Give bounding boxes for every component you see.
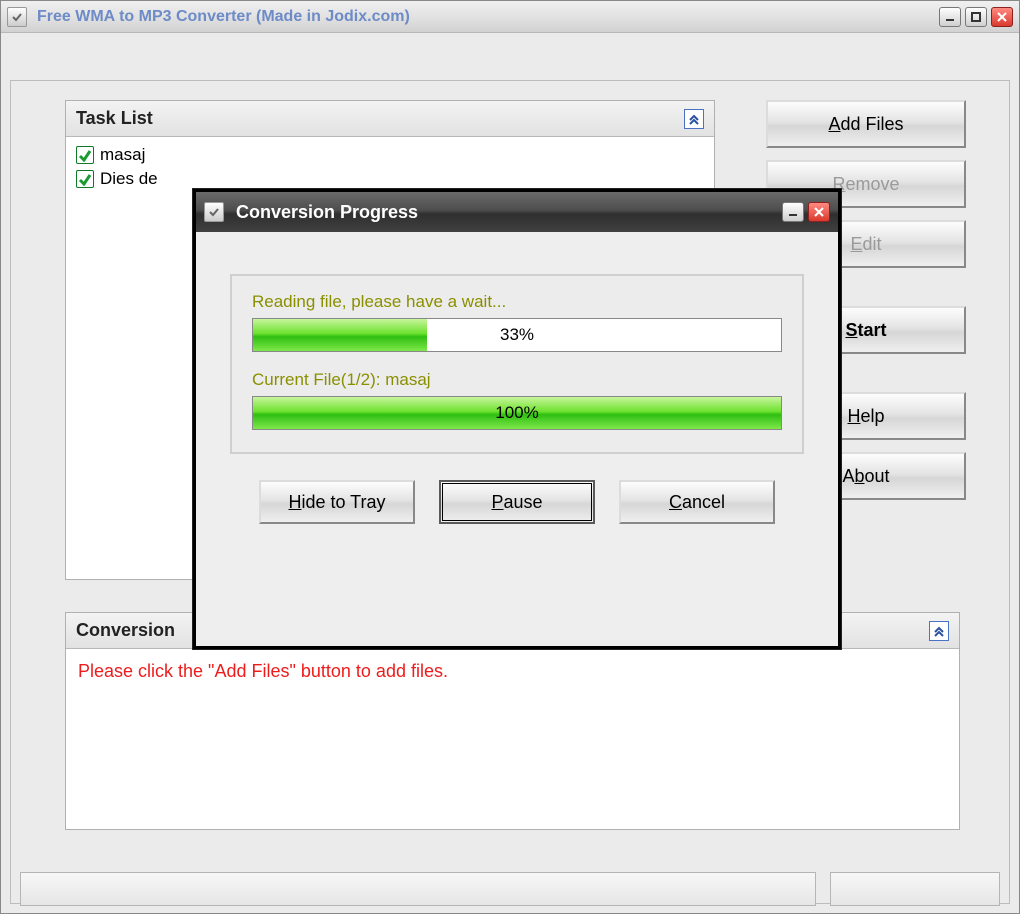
task-row[interactable]: Dies de <box>76 169 704 189</box>
task-row[interactable]: masaj <box>76 145 704 165</box>
main-title: Free WMA to MP3 Converter (Made in Jodix… <box>37 8 939 26</box>
dialog-title: Conversion Progress <box>236 202 418 223</box>
dialog-button-row: Hide to Tray Pause Cancel <box>196 480 838 524</box>
task-list-title: Task List <box>76 108 153 129</box>
minimize-button[interactable] <box>939 7 961 27</box>
dialog-icon <box>204 202 224 222</box>
status-cell <box>20 872 816 906</box>
hide-to-tray-button[interactable]: Hide to Tray <box>259 480 415 524</box>
file-progress-text: 100% <box>495 403 538 423</box>
window-controls <box>939 7 1013 27</box>
close-button[interactable] <box>991 7 1013 27</box>
main-titlebar[interactable]: Free WMA to MP3 Converter (Made in Jodix… <box>1 1 1019 33</box>
status-bar <box>20 872 1000 906</box>
overall-progress-bar: 33% <box>252 318 782 352</box>
collapse-icon[interactable] <box>929 621 949 641</box>
status-cell <box>830 872 1000 906</box>
task-row-label: masaj <box>100 145 145 165</box>
cancel-button[interactable]: Cancel <box>619 480 775 524</box>
app-icon <box>7 7 27 27</box>
task-row-label: Dies de <box>100 169 158 189</box>
maximize-button[interactable] <box>965 7 987 27</box>
progress-frame: Reading file, please have a wait... 33% … <box>230 274 804 454</box>
dialog-close-button[interactable] <box>808 202 830 222</box>
output-panel-body: Please click the "Add Files" button to a… <box>66 649 959 829</box>
reading-label: Reading file, please have a wait... <box>252 292 782 312</box>
file-progress-bar: 100% <box>252 396 782 430</box>
conversion-progress-dialog: Conversion Progress Reading file, please… <box>193 189 841 649</box>
output-panel-title: Conversion <box>76 620 175 641</box>
checkbox-checked-icon[interactable] <box>76 170 94 188</box>
add-files-button[interactable]: Add Files <box>766 100 966 148</box>
overall-progress-text: 33% <box>500 325 534 345</box>
pause-button[interactable]: Pause <box>439 480 595 524</box>
checkbox-checked-icon[interactable] <box>76 146 94 164</box>
dialog-titlebar[interactable]: Conversion Progress <box>196 192 838 232</box>
task-list-header: Task List <box>66 101 714 137</box>
dialog-minimize-button[interactable] <box>782 202 804 222</box>
dialog-window-controls <box>782 202 830 222</box>
progress-fill <box>253 319 427 351</box>
current-file-label: Current File(1/2): masaj <box>252 370 782 390</box>
output-message: Please click the "Add Files" button to a… <box>78 661 448 681</box>
collapse-icon[interactable] <box>684 109 704 129</box>
